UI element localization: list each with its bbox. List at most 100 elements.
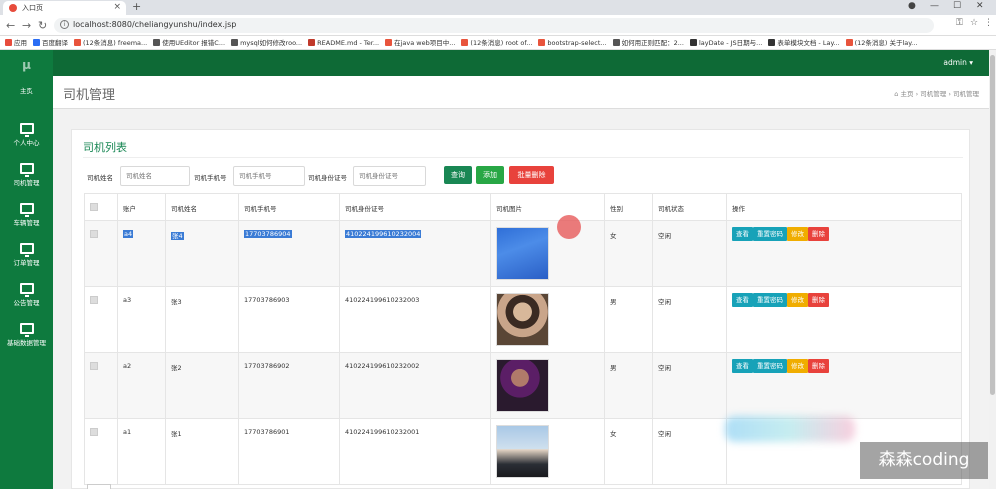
- bookmark-item[interactable]: (12条消息) 关于lay...: [845, 36, 917, 49]
- tab-title: 入口页: [22, 4, 43, 12]
- idcard-filter-input[interactable]: [353, 166, 426, 186]
- cell-text: 女: [610, 232, 617, 240]
- bookmark-item[interactable]: (12条消息) root of...: [461, 36, 532, 49]
- view-button[interactable]: 查看: [732, 227, 753, 241]
- search-button[interactable]: 查询: [444, 166, 472, 184]
- monitor-icon: [19, 243, 34, 257]
- scrollbar-thumb[interactable]: [990, 55, 995, 395]
- card-title: 司机列表: [83, 141, 127, 154]
- driver-photo: [496, 293, 549, 346]
- view-button[interactable]: 查看: [732, 293, 753, 307]
- sidebar-item-orders[interactable]: 订单管理: [0, 243, 53, 281]
- bookmark-label: 在java web项目中...: [394, 39, 456, 47]
- browser-tab[interactable]: 入口页 ×: [3, 1, 126, 15]
- new-tab-button[interactable]: +: [132, 0, 141, 13]
- close-window-icon[interactable]: ✕: [976, 1, 984, 11]
- sidebar-item-vehicles[interactable]: 车辆管理: [0, 203, 53, 241]
- sidebar-item-label: 车辆管理: [13, 219, 40, 227]
- name-cell: 张2: [165, 352, 239, 419]
- cell-text: 女: [610, 430, 617, 438]
- row-checkbox[interactable]: [90, 296, 98, 304]
- bookmark-item[interactable]: layDate - JS日期与...: [689, 36, 762, 49]
- sidebar-item-home[interactable]: 主页: [0, 82, 53, 120]
- phone-cell: 17703786903: [238, 286, 340, 353]
- batch-delete-button[interactable]: 批量删除: [509, 166, 554, 184]
- bookmark-item[interactable]: mysql如何修改roo...: [231, 36, 302, 49]
- profile-sync-icon[interactable]: ●: [908, 1, 916, 11]
- view-button[interactable]: 查看: [732, 359, 753, 373]
- bookmark-item[interactable]: 如何用正则匹配：2...: [612, 36, 684, 49]
- row-checkbox[interactable]: [90, 230, 98, 238]
- forward-icon[interactable]: →: [22, 19, 31, 32]
- row-checkbox[interactable]: [90, 362, 98, 370]
- cell-text: 张2: [171, 364, 182, 372]
- maximize-icon[interactable]: ☐: [953, 1, 961, 11]
- minimize-icon[interactable]: —: [930, 1, 939, 11]
- url-text: localhost:8080/cheliangyunshu/index.jsp: [73, 20, 237, 29]
- actions-cell: 查看 重置密码 修改 删除: [726, 352, 962, 419]
- breadcrumb-item[interactable]: 司机管理: [920, 90, 946, 98]
- table-row: a4 张4 17703786904 410224199610232004 女 空闲 查看 重置…: [84, 220, 962, 287]
- bookmark-icon: [461, 39, 469, 46]
- table-row: a3 张3 17703786903 410224199610232003 男 空闲 查看 重置…: [84, 286, 962, 353]
- name-filter-input[interactable]: [120, 166, 190, 186]
- bookmark-item[interactable]: 百度翻译: [33, 36, 68, 49]
- row-select-cell: [84, 418, 118, 485]
- tab-favicon-icon: [9, 4, 17, 12]
- delete-button[interactable]: 删除: [808, 359, 829, 373]
- phone-filter-input[interactable]: [233, 166, 305, 186]
- bookmark-item[interactable]: 表单模块文档 - Lay...: [768, 36, 840, 49]
- sidebar-item-drivers[interactable]: 司机管理: [0, 163, 53, 201]
- reset-password-button[interactable]: 重置密码: [753, 293, 787, 307]
- bookmark-label: 百度翻译: [42, 39, 68, 47]
- account-cell: a2: [117, 352, 166, 419]
- row-checkbox[interactable]: [90, 428, 98, 436]
- bookmark-icon: [231, 39, 239, 46]
- bookmark-icon: [768, 39, 776, 46]
- breadcrumb-home[interactable]: 主页: [901, 90, 914, 98]
- sidebar-item-profile[interactable]: 个人中心: [0, 123, 53, 161]
- phone-filter-label: 司机手机号: [194, 174, 227, 182]
- reset-password-button[interactable]: 重置密码: [753, 227, 787, 241]
- bookmark-item[interactable]: bootstrap-select...: [538, 36, 607, 49]
- gender-cell: 男: [604, 286, 653, 353]
- close-tab-icon[interactable]: ×: [113, 2, 121, 12]
- bookmark-item[interactable]: 使用UEditor 报错C...: [153, 36, 225, 49]
- bookmark-star-icon[interactable]: ☆: [970, 18, 978, 28]
- monitor-icon: [19, 123, 34, 137]
- back-icon[interactable]: ←: [6, 19, 15, 32]
- row-select-cell: [84, 220, 118, 287]
- cell-text: 410224199610232003: [345, 296, 420, 304]
- sidebar-item-notices[interactable]: 公告管理: [0, 283, 53, 321]
- browser-tab-bar: 入口页 × + ● — ☐ ✕: [0, 0, 996, 15]
- bookmark-item[interactable]: README.md - Ter...: [308, 36, 379, 49]
- bookmark-label: 如何用正则匹配：2...: [621, 39, 684, 47]
- bookmark-item[interactable]: 应用: [5, 36, 27, 49]
- reload-icon[interactable]: ↻: [38, 19, 47, 32]
- select-all-checkbox[interactable]: [90, 203, 98, 211]
- site-info-icon[interactable]: i: [60, 20, 69, 29]
- cell-text: 17703786903: [244, 296, 290, 304]
- sidebar-item-basic-data[interactable]: 基础数据管理: [0, 323, 53, 361]
- delete-button[interactable]: 删除: [808, 293, 829, 307]
- gender-cell: 男: [604, 352, 653, 419]
- delete-button[interactable]: 删除: [808, 227, 829, 241]
- edit-button[interactable]: 修改: [787, 359, 808, 373]
- bookmark-item[interactable]: 在java web项目中...: [385, 36, 456, 49]
- name-cell: 张3: [165, 286, 239, 353]
- key-icon[interactable]: ⚿: [956, 18, 963, 28]
- user-menu[interactable]: admin ▾: [943, 58, 973, 67]
- edit-button[interactable]: 修改: [787, 293, 808, 307]
- idcard-cell: 410224199610232004: [339, 220, 491, 287]
- menu-icon[interactable]: ⋮: [984, 18, 993, 28]
- bookmark-icon: [385, 39, 393, 46]
- idcard-filter-label: 司机身份证号: [308, 174, 347, 182]
- bookmark-item[interactable]: (12条消息) freema...: [74, 36, 147, 49]
- url-field[interactable]: i localhost:8080/cheliangyunshu/index.js…: [54, 18, 934, 33]
- edit-button[interactable]: 修改: [787, 227, 808, 241]
- pagination-select[interactable]: [87, 484, 111, 489]
- status-cell: 空闲: [652, 220, 727, 287]
- reset-password-button[interactable]: 重置密码: [753, 359, 787, 373]
- add-button[interactable]: 添加: [476, 166, 504, 184]
- cell-text: 空闲: [658, 232, 671, 240]
